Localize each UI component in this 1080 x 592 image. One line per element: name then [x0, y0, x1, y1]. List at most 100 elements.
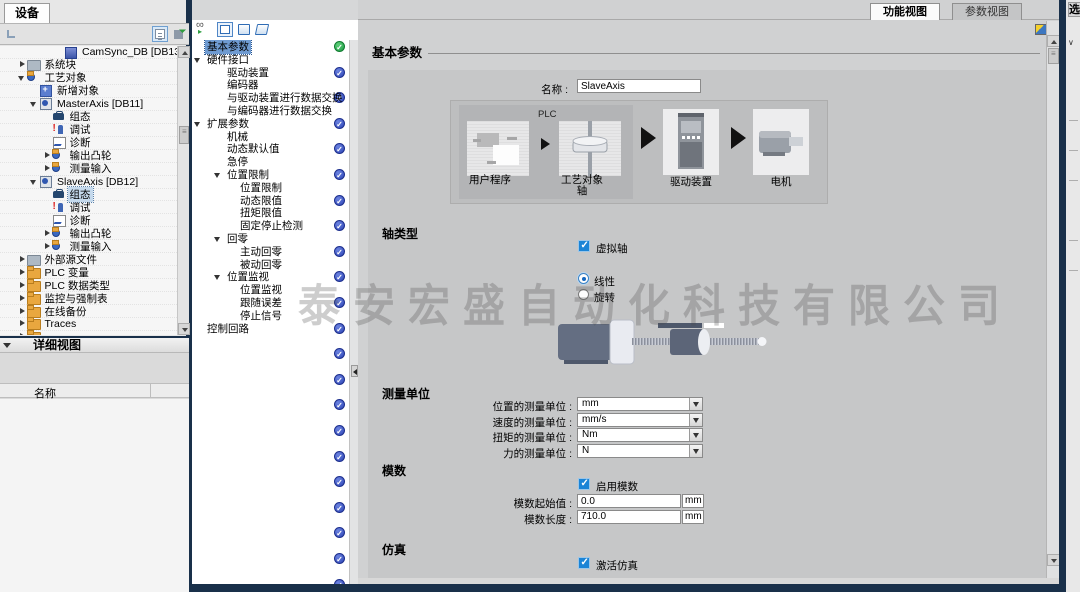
unit-dropdown[interactable]: mm	[577, 397, 703, 411]
config-icon	[52, 111, 66, 122]
axis-name-input[interactable]	[577, 79, 701, 93]
expand-arrow-icon[interactable]	[17, 319, 27, 328]
folder-icon	[52, 163, 66, 174]
expand-arrow-icon[interactable]	[194, 120, 202, 128]
expand-arrow-icon[interactable]	[17, 268, 27, 277]
scroll-handle[interactable]	[179, 126, 189, 144]
tree-item[interactable]: Traces	[0, 318, 177, 331]
nav-header	[192, 0, 358, 20]
expand-arrow-icon[interactable]	[29, 177, 39, 186]
tree-item[interactable]: 测量输入	[0, 163, 177, 176]
expand-arrow-icon[interactable]	[17, 73, 27, 82]
activate-simulation-checkbox[interactable]	[578, 557, 590, 569]
tree-item[interactable]: 新增对象	[0, 85, 177, 98]
dropdown-arrow-icon[interactable]	[689, 414, 702, 426]
virtual-axis-checkbox[interactable]	[578, 240, 590, 252]
main-scrollbar[interactable]	[1046, 21, 1059, 584]
list-view-icon[interactable]	[152, 26, 168, 42]
nav-toolbar	[194, 21, 354, 40]
flow-arrow-icon	[731, 127, 746, 149]
scroll-up-icon[interactable]	[178, 46, 190, 58]
nav-item[interactable]: 动态默认值✓	[192, 142, 349, 155]
expand-arrow-icon[interactable]	[42, 164, 52, 173]
scroll-down-icon[interactable]	[178, 323, 190, 335]
fit-view-icon[interactable]	[217, 22, 233, 37]
expand-arrow-icon[interactable]	[214, 171, 222, 179]
nav-item[interactable]: 控制回路✓	[192, 322, 349, 335]
folder-icon	[27, 306, 41, 317]
column-separator[interactable]	[150, 384, 151, 397]
expand-arrow-icon[interactable]	[17, 307, 27, 316]
tab-devices[interactable]: 设备	[4, 3, 50, 23]
nav-item[interactable]: 驱动装置✓	[192, 66, 349, 79]
enable-modulo-checkbox[interactable]	[578, 478, 590, 490]
expand-arrow-icon[interactable]	[29, 99, 39, 108]
chevron-down-icon[interactable]	[3, 342, 11, 350]
project-tree-scrollbar[interactable]	[177, 46, 189, 335]
activate-simulation-label: 激活仿真	[596, 558, 638, 573]
tree-item-label: 新增对象	[55, 83, 101, 98]
nav-scrollbar[interactable]	[349, 40, 358, 592]
dropdown-arrow-icon[interactable]	[689, 445, 702, 457]
linear-radio[interactable]	[578, 273, 589, 284]
unit-suffix: mm	[682, 510, 704, 524]
tree-item[interactable]: 在线备份	[0, 305, 177, 318]
folder-icon	[52, 150, 66, 161]
folder-icon	[27, 318, 41, 329]
expand-arrow-icon[interactable]	[17, 281, 27, 290]
db-icon	[64, 47, 78, 58]
user-program-icon	[467, 121, 529, 176]
tab-function-view[interactable]: 功能视图	[870, 3, 940, 20]
expand-arrow-icon[interactable]	[17, 294, 27, 303]
folder-icon	[27, 72, 41, 83]
expand-arrow-icon[interactable]	[17, 255, 27, 264]
status-check-icon: ✓	[334, 425, 345, 436]
collapse-folder-icon[interactable]	[254, 22, 270, 37]
build-icon[interactable]	[170, 26, 186, 42]
dropdown-arrow-icon[interactable]	[689, 429, 702, 441]
tree-item[interactable]: 监控与强制表	[0, 292, 177, 305]
scroll-handle[interactable]	[1048, 48, 1059, 64]
unit-dropdown[interactable]: mm/s	[577, 413, 703, 427]
modulo-value-input[interactable]	[577, 510, 681, 524]
expand-arrow-icon[interactable]	[17, 60, 27, 69]
expand-arrow-icon[interactable]	[194, 56, 202, 64]
right-panel-sliver: 选 ∨	[1066, 0, 1080, 592]
tree-item[interactable]	[0, 331, 177, 335]
expand-arrow-icon[interactable]	[42, 242, 52, 251]
dropdown-arrow-icon[interactable]	[689, 398, 702, 410]
expand-arrow-icon[interactable]	[214, 235, 222, 243]
section-simulation: 仿真	[382, 541, 406, 558]
expand-arrow-icon[interactable]	[214, 273, 222, 281]
tree-item[interactable]: 系统块	[0, 59, 177, 72]
page-title: 基本参数	[372, 42, 422, 61]
indent-spacer	[54, 48, 64, 57]
detail-view-bar[interactable]: 详细视图	[0, 336, 189, 353]
detail-name-column-header[interactable]: 名称	[0, 383, 189, 398]
expand-arrow-icon[interactable]	[42, 151, 52, 160]
chevron-down-icon[interactable]: ∨	[1068, 38, 1074, 47]
expand-arrow-icon[interactable]	[42, 229, 52, 238]
unit-dropdown[interactable]: Nm	[577, 428, 703, 442]
right-panel-tab[interactable]: 选	[1068, 2, 1080, 17]
nav-item[interactable]: 扩展参数✓	[192, 117, 349, 130]
tab-parameter-view[interactable]: 参数视图	[952, 3, 1022, 20]
tree-item-label: CamSync_DB [DB13]	[80, 46, 177, 58]
section-axis-type: 轴类型	[382, 225, 418, 242]
org-tree-icon[interactable]	[3, 26, 19, 42]
expand-arrow-icon[interactable]	[17, 332, 27, 335]
indent-spacer	[42, 138, 52, 147]
nav-item[interactable]: 固定停止检测✓	[192, 219, 349, 232]
tree-item-label: 在线备份	[43, 304, 89, 319]
modulo-value-input[interactable]	[577, 494, 681, 508]
tree-item[interactable]: CamSync_DB [DB13]	[0, 46, 177, 59]
add-icon	[39, 85, 53, 96]
splitter-collapse-icon[interactable]	[351, 365, 358, 377]
open-folder-icon[interactable]	[236, 22, 252, 37]
rotary-radio[interactable]	[578, 289, 589, 300]
rotary-label: 旋转	[594, 290, 615, 305]
unit-row-label: 力的测量单位 :	[428, 446, 572, 461]
glasses-icon[interactable]	[196, 22, 212, 37]
unit-dropdown[interactable]: N	[577, 444, 703, 458]
technology-object-icon	[559, 121, 621, 176]
